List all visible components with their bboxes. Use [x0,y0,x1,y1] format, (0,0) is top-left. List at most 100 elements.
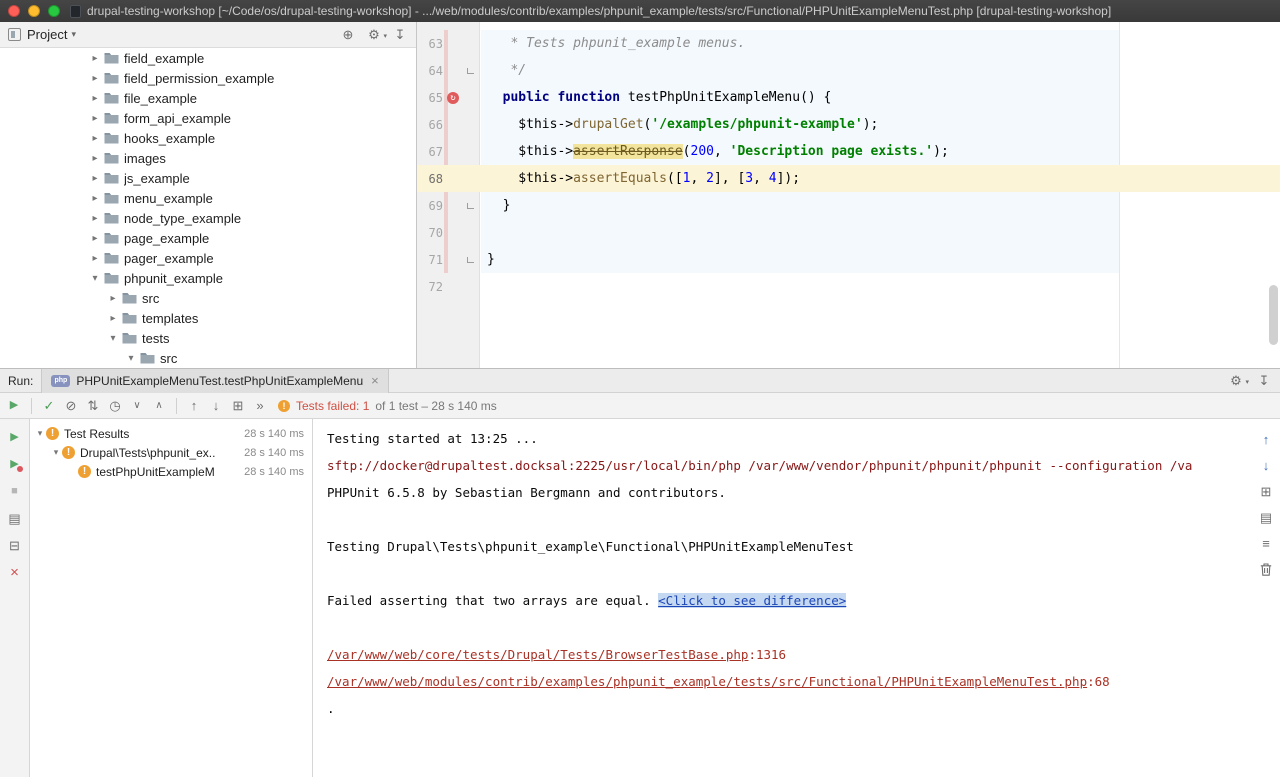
rerun-icon[interactable]: ▶ [7,429,23,445]
rerun-failed-test-gutter-icon[interactable]: ↻ [447,92,459,104]
close-window-button[interactable] [8,5,20,17]
sort-by-duration-icon[interactable]: ◷ [107,398,123,414]
chevron-expanded-icon[interactable]: ▾ [106,333,120,344]
project-item-page_example[interactable]: ▸page_example [0,228,416,248]
editor-scrollbar[interactable] [1269,285,1278,345]
line-number: 64 [417,64,443,78]
locate-file-icon[interactable]: ⊕ [340,27,356,43]
chevron-collapsed-icon[interactable]: ▸ [88,213,102,224]
minimize-window-button[interactable] [28,5,40,17]
chevron-collapsed-icon[interactable]: ▸ [88,113,102,124]
test-tree-row-0[interactable]: ▾!Test Results28 s 140 ms [30,424,312,443]
chevron-collapsed-icon[interactable]: ▸ [88,93,102,104]
expand-all-icon[interactable]: ∨ [129,398,145,414]
project-item-menu_example[interactable]: ▸menu_example [0,188,416,208]
rerun-failed-tests-icon[interactable]: ▶ [7,456,23,472]
jump-to-source-icon[interactable]: ⊞ [1258,483,1274,499]
project-item-tests[interactable]: ▾tests [0,328,416,348]
editor-line-67[interactable]: 67 $this->assertResponse(200, 'Descripti… [417,138,1280,165]
prev-message-icon[interactable]: ↑ [1258,431,1274,447]
editor-line-72[interactable]: 72 [417,273,1280,300]
chevron-collapsed-icon[interactable]: ▸ [88,233,102,244]
gutter-cell: 72 [417,273,480,300]
editor-line-69[interactable]: 69 } [417,192,1280,219]
chevron-collapsed-icon[interactable]: ▸ [88,173,102,184]
minimize-toolwindow-icon[interactable]: ↧ [1256,373,1272,389]
more-actions-icon[interactable]: » [252,398,268,414]
settings-gear-icon[interactable]: ⚙▾ [1228,373,1244,389]
import-test-results-icon[interactable]: ⊞ [230,398,246,414]
collapse-all-icon[interactable]: ∧ [151,398,167,414]
sort-alphabetically-icon[interactable]: ⇅ [85,398,101,414]
chevron-down-icon[interactable]: ▾ [71,29,76,40]
stop-icon[interactable]: ■ [7,483,23,499]
close-tab-icon[interactable]: × [371,374,379,387]
file-link[interactable]: /var/www/web/modules/contrib/examples/ph… [327,674,1087,689]
rerun-tests-icon[interactable]: ▶ [6,398,22,414]
fold-marker-icon[interactable] [467,257,474,263]
next-message-icon[interactable]: ↓ [1258,457,1274,473]
project-item-phpunit_example[interactable]: ▾phpunit_example [0,268,416,288]
project-item-pager_example[interactable]: ▸pager_example [0,248,416,268]
editor-line-63[interactable]: 63 * Tests phpunit_example menus. [417,30,1280,57]
file-link[interactable]: /var/www/web/core/tests/Drupal/Tests/Bro… [327,647,748,662]
next-failed-test-icon[interactable]: ↓ [208,398,224,414]
project-item-images[interactable]: ▸images [0,148,416,168]
chevron-collapsed-icon[interactable]: ▸ [88,193,102,204]
hide-panel-icon[interactable]: ↧ [392,27,408,43]
editor[interactable]: 63 * Tests phpunit_example menus.64 */ 65… [417,22,1280,368]
fold-marker-icon[interactable] [467,203,474,209]
editor-line-65[interactable]: 65↻ public function testPhpUnitExampleMe… [417,84,1280,111]
project-item-node_type_example[interactable]: ▸node_type_example [0,208,416,228]
gutter-cell: 70 [417,219,480,246]
close-icon[interactable]: × [7,564,23,580]
chevron-collapsed-icon[interactable]: ▸ [106,313,120,324]
print-console-icon[interactable]: ▤ [1258,509,1274,525]
project-item-file_example[interactable]: ▸file_example [0,88,416,108]
show-ignored-icon[interactable]: ⊘ [63,398,79,414]
chevron-expanded-icon[interactable]: ▾ [50,447,62,458]
zoom-window-button[interactable] [48,5,60,17]
project-item-form_api_example[interactable]: ▸form_api_example [0,108,416,128]
project-item-js_example[interactable]: ▸js_example [0,168,416,188]
chevron-collapsed-icon[interactable]: ▸ [88,153,102,164]
project-item-src[interactable]: ▸ src [0,288,416,308]
project-item-src[interactable]: ▾src [0,348,416,368]
editor-line-66[interactable]: 66 $this->drupalGet('/examples/phpunit-e… [417,111,1280,138]
run-tab[interactable]: php PHPUnitExampleMenuTest.testPhpUnitEx… [41,369,388,393]
chevron-expanded-icon[interactable]: ▾ [124,353,138,364]
editor-line-68[interactable]: 68 $this->assertEquals([1, 2], [3, 4]); [417,165,1280,192]
chevron-collapsed-icon[interactable]: ▸ [88,53,102,64]
project-item-hooks_example[interactable]: ▸hooks_example [0,128,416,148]
chevron-collapsed-icon[interactable]: ▸ [88,73,102,84]
view-diff-link[interactable]: <Click to see difference> [658,593,846,608]
gutter-icon-slot: ↻ [443,92,463,104]
test-tree: ▾!Test Results28 s 140 ms▾!Drupal\Tests\… [30,419,313,777]
editor-line-64[interactable]: 64 */ [417,57,1280,84]
project-panel-title[interactable]: Project [27,27,67,42]
editor-line-71[interactable]: 71} [417,246,1280,273]
clear-console-icon[interactable] [1258,561,1274,577]
console[interactable]: Testing started at 13:25 ...sftp://docke… [313,419,1252,777]
test-history-icon[interactable]: ▤ [7,510,23,526]
console-line: sftp://docker@drupaltest.docksal:2225/us… [327,452,1252,479]
chevron-expanded-icon[interactable]: ▾ [34,428,46,439]
project-item-field_permission_example[interactable]: ▸field_permission_example [0,68,416,88]
project-item-field_example[interactable]: ▸field_example [0,48,416,68]
chevron-collapsed-icon[interactable]: ▸ [88,133,102,144]
previous-failed-test-icon[interactable]: ↑ [186,398,202,414]
project-item-templates[interactable]: ▸templates [0,308,416,328]
test-tree-row-2[interactable]: !testPhpUnitExampleM28 s 140 ms [30,462,312,481]
chevron-expanded-icon[interactable]: ▾ [88,273,102,284]
export-test-results-icon[interactable]: ⊟ [7,537,23,553]
chevron-collapsed-icon[interactable]: ▸ [106,293,120,304]
project-item-label: src [142,291,159,306]
show-passed-icon[interactable]: ✓ [41,398,57,414]
chevron-collapsed-icon[interactable]: ▸ [88,253,102,264]
fold-marker-icon[interactable] [467,68,474,74]
editor-line-70[interactable]: 70 [417,219,1280,246]
test-tree-row-1[interactable]: ▾!Drupal\Tests\phpunit_ex..28 s 140 ms [30,443,312,462]
line-number: 65 [417,91,443,105]
soft-wrap-icon[interactable]: ≡ [1258,535,1274,551]
settings-gear-icon[interactable]: ⚙▾ [366,27,382,43]
